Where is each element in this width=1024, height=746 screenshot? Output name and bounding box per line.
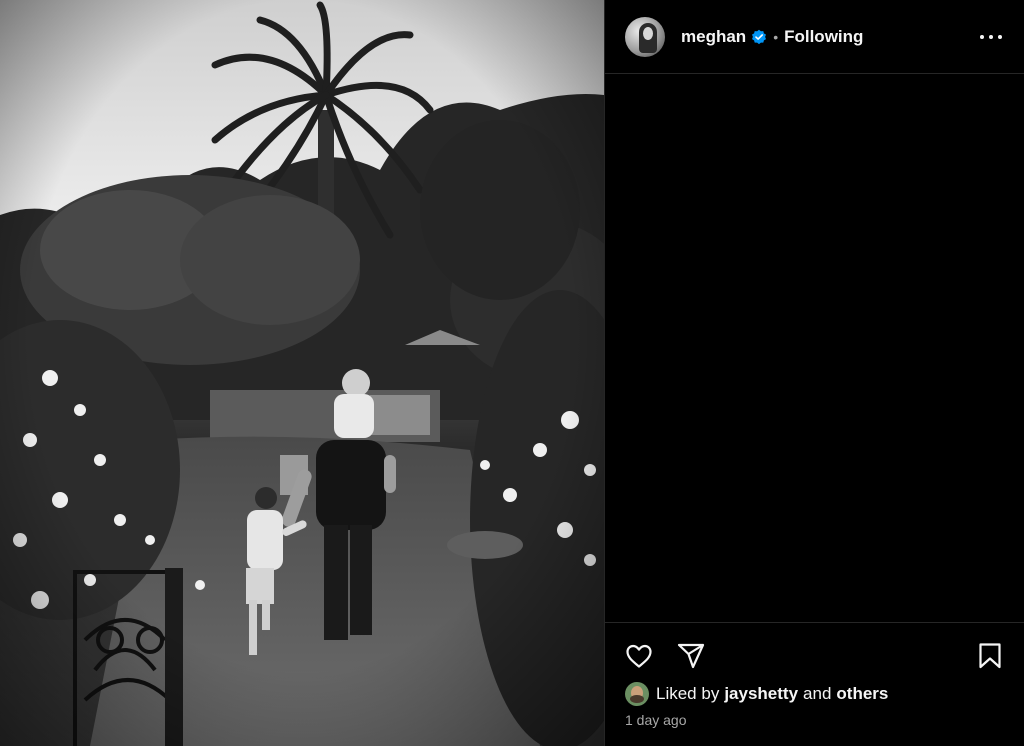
verified-badge-icon (752, 29, 767, 44)
post-photo[interactable] (0, 0, 604, 746)
post-timestamp[interactable]: 1 day ago (625, 712, 687, 728)
avatar-face (643, 26, 653, 40)
author-avatar[interactable] (625, 16, 665, 57)
liked-by-others[interactable]: others (836, 684, 888, 704)
paper-plane-icon (677, 643, 705, 669)
garden-family-photo (0, 0, 604, 746)
like-button[interactable] (623, 640, 655, 672)
post-actions: Liked by jayshetty and others 1 day ago (605, 622, 1024, 746)
more-dot (989, 35, 993, 39)
liked-by-user[interactable]: jayshetty (724, 684, 798, 704)
header-separator: • (773, 28, 779, 45)
more-dot (980, 35, 984, 39)
share-button[interactable] (675, 640, 707, 672)
liked-by-prefix: Liked by (656, 684, 720, 703)
following-button[interactable]: Following (784, 27, 863, 47)
author-username[interactable]: meghan (681, 27, 746, 47)
bookmark-icon (979, 643, 1001, 669)
instagram-post: meghan • Following Liked by jayshetty an… (0, 0, 1024, 746)
liked-by-joiner: and (803, 684, 832, 703)
save-button[interactable] (974, 640, 1006, 672)
liked-by-line: Liked by jayshetty and others (625, 682, 893, 706)
liker-beard (630, 695, 644, 703)
more-options-icon[interactable] (980, 26, 1002, 48)
liker-avatar[interactable] (625, 682, 649, 706)
heart-icon (626, 644, 652, 668)
post-details-panel: meghan • Following Liked by jayshetty an… (604, 0, 1024, 746)
more-dot (998, 35, 1002, 39)
post-header: meghan • Following (605, 0, 1024, 74)
